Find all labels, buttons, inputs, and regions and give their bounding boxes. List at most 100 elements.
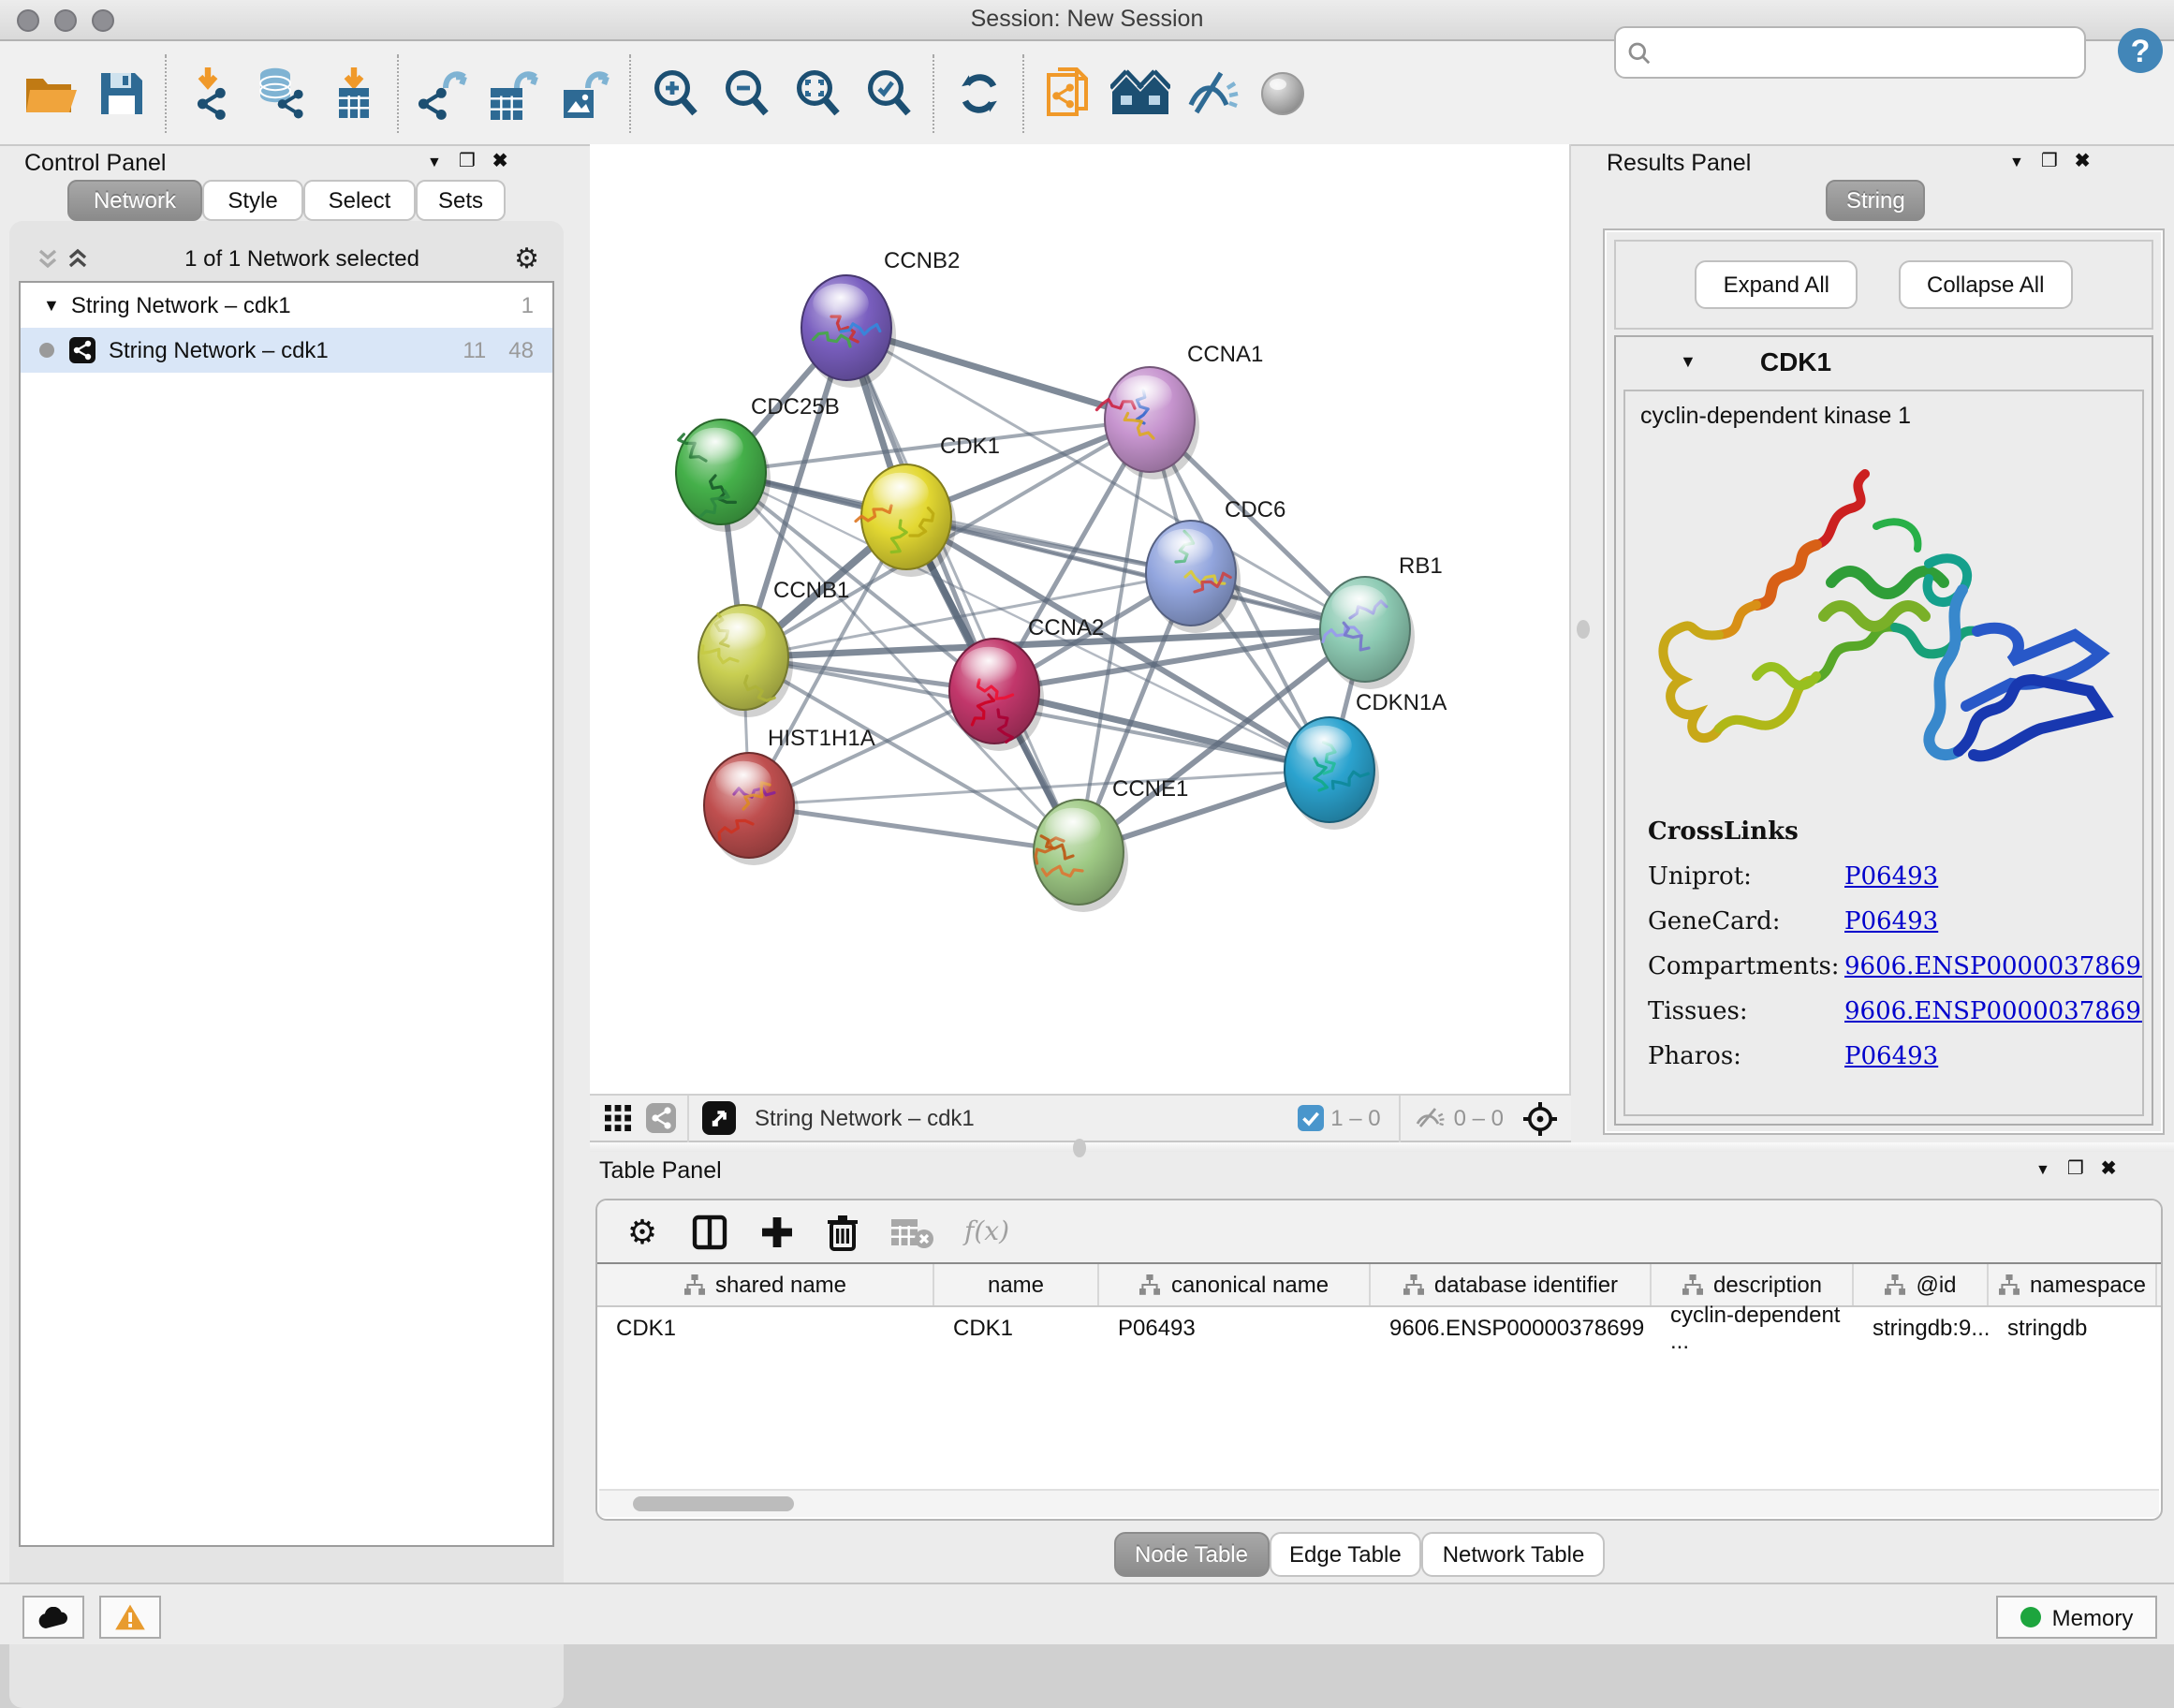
crosslink-link[interactable]: P06493 bbox=[1844, 908, 1938, 936]
results-panel-close-icon[interactable]: ✖ bbox=[2075, 154, 2091, 172]
column-header-description[interactable]: description bbox=[1652, 1264, 1854, 1305]
node-label-hist1h1a: HIST1H1A bbox=[768, 726, 875, 751]
import-network-icon bbox=[184, 65, 240, 121]
table-panel-menu-icon[interactable]: ▼ bbox=[2035, 1161, 2050, 1180]
refresh-button[interactable] bbox=[944, 55, 1015, 130]
zoom-fit-button[interactable] bbox=[783, 55, 854, 130]
network-options-gear-icon[interactable]: ⚙ bbox=[514, 242, 539, 275]
column-header-canonical-name[interactable]: canonical name bbox=[1099, 1264, 1371, 1305]
zoom-out-icon bbox=[721, 66, 773, 119]
crosslink-link[interactable]: P06493 bbox=[1844, 1043, 1938, 1071]
gear-icon: ⚙ bbox=[624, 1213, 661, 1250]
network-share-gray-icon[interactable] bbox=[646, 1103, 676, 1133]
network-collection-row[interactable]: ▼ String Network – cdk1 1 bbox=[21, 283, 552, 328]
node-ccna1[interactable]: CCNA1 bbox=[1096, 342, 1263, 479]
column-header-database-identifier[interactable]: database identifier bbox=[1371, 1264, 1652, 1305]
presentation-button[interactable] bbox=[1247, 55, 1318, 130]
control-panel-float-icon[interactable]: ❐ bbox=[459, 154, 476, 172]
control-panel-tabs: NetworkStyleSelectSets bbox=[67, 180, 506, 221]
home-network-button[interactable] bbox=[1105, 55, 1176, 130]
node-hist1h1a[interactable]: HIST1H1A bbox=[704, 726, 875, 865]
show-columns-button[interactable] bbox=[691, 1213, 728, 1250]
results-panel-menu-icon[interactable]: ▼ bbox=[2009, 154, 2024, 172]
search-input[interactable] bbox=[1659, 32, 2084, 73]
results-panel-float-icon[interactable]: ❐ bbox=[2041, 154, 2058, 172]
import-database-button[interactable] bbox=[247, 55, 318, 130]
column-header-name[interactable]: name bbox=[934, 1264, 1099, 1305]
crosslink-link[interactable]: 9606.ENSP00000378699 bbox=[1844, 998, 2144, 1026]
table-panel-float-icon[interactable]: ❐ bbox=[2067, 1161, 2084, 1180]
export-image-button[interactable] bbox=[551, 55, 622, 130]
expand-all-button[interactable]: Expand All bbox=[1696, 260, 1858, 309]
warning-icon bbox=[114, 1603, 146, 1631]
current-network-title: String Network – cdk1 bbox=[755, 1105, 975, 1131]
collapse-all-icon[interactable] bbox=[36, 246, 60, 271]
tab-string[interactable]: String bbox=[1826, 180, 1926, 221]
import-table-button[interactable] bbox=[318, 55, 389, 130]
add-column-button[interactable] bbox=[758, 1213, 796, 1250]
node-cdc25b[interactable]: CDC25B bbox=[676, 394, 840, 532]
help-button[interactable]: ? bbox=[2116, 26, 2165, 75]
node-section-header[interactable]: ▼ CDK1 bbox=[1616, 337, 2152, 386]
warning-status-button[interactable] bbox=[99, 1596, 161, 1639]
node-label-rb1: RB1 bbox=[1399, 553, 1443, 579]
zoom-out-button[interactable] bbox=[712, 55, 783, 130]
share-document-button[interactable] bbox=[1034, 55, 1105, 130]
crosslink-link[interactable]: P06493 bbox=[1844, 863, 1938, 891]
network-row[interactable]: String Network – cdk1 11 48 bbox=[21, 328, 552, 373]
search-box[interactable] bbox=[1614, 26, 2086, 79]
memory-button[interactable]: Memory bbox=[1996, 1596, 2157, 1639]
control-panel-menu-icon[interactable]: ▼ bbox=[427, 154, 442, 172]
tab-node-table[interactable]: Node Table bbox=[1114, 1532, 1269, 1577]
control-panel-close-icon[interactable]: ✖ bbox=[492, 154, 508, 172]
center-network-crosshair-icon[interactable] bbox=[1522, 1100, 1558, 1136]
birds-eye-view-icon[interactable] bbox=[702, 1101, 736, 1135]
node-ccnb1[interactable]: CCNB1 bbox=[698, 578, 849, 717]
section-collapse-icon[interactable]: ▼ bbox=[1680, 352, 1697, 371]
hide-panel-button[interactable] bbox=[1176, 55, 1247, 130]
export-network-button[interactable] bbox=[408, 55, 479, 130]
table-horizontal-scrollbar[interactable] bbox=[599, 1489, 2159, 1517]
crosslink-link[interactable]: 9606.ENSP00000378699 bbox=[1844, 953, 2144, 981]
edge-ccna2-cdkn1a[interactable] bbox=[994, 691, 1329, 770]
open-session-button[interactable] bbox=[15, 55, 86, 130]
delete-column-button[interactable] bbox=[826, 1213, 859, 1250]
table-settings-button[interactable]: ⚙ bbox=[624, 1213, 661, 1250]
column-header-shared-name[interactable]: shared name bbox=[597, 1264, 934, 1305]
node-cdk1[interactable]: CDK1 bbox=[856, 434, 1000, 577]
import-network-button[interactable] bbox=[176, 55, 247, 130]
column-header--id[interactable]: @id bbox=[1854, 1264, 1989, 1305]
network-view-canvas[interactable]: CCNB2CCNA1CDC25BCDK1CDC6RB1CCNB1CCNA2CDK… bbox=[590, 144, 1571, 1094]
control-panel-title: Control Panel bbox=[24, 150, 167, 176]
hidden-eye-slash-icon bbox=[1415, 1105, 1447, 1131]
import-table-icon bbox=[330, 65, 378, 121]
tab-network[interactable]: Network bbox=[67, 180, 202, 221]
grid-view-icon[interactable] bbox=[605, 1105, 631, 1131]
scrollbar-thumb[interactable] bbox=[633, 1496, 794, 1511]
tab-edge-table[interactable]: Edge Table bbox=[1269, 1532, 1422, 1577]
node-ccne1[interactable]: CCNE1 bbox=[1034, 776, 1188, 912]
node-rb1[interactable]: RB1 bbox=[1320, 553, 1443, 689]
tab-network-table[interactable]: Network Table bbox=[1422, 1532, 1606, 1577]
column-header-namespace[interactable]: namespace bbox=[1989, 1264, 2157, 1305]
save-session-button[interactable] bbox=[86, 55, 157, 130]
doc-share-icon bbox=[1043, 65, 1095, 121]
tab-style[interactable]: Style bbox=[202, 180, 303, 221]
table-row[interactable]: CDK1CDK1P064939606.ENSP00000378699cyclin… bbox=[597, 1307, 2161, 1348]
zoom-selected-button[interactable] bbox=[854, 55, 925, 130]
selected-counts: 1 – 0 bbox=[1330, 1105, 1380, 1131]
tab-sets[interactable]: Sets bbox=[416, 180, 506, 221]
table-panel-close-icon[interactable]: ✖ bbox=[2101, 1161, 2117, 1180]
node-cdkn1a[interactable]: CDKN1A bbox=[1285, 690, 1447, 830]
cloud-status-button[interactable] bbox=[22, 1596, 84, 1639]
node-ccnb2[interactable]: CCNB2 bbox=[801, 248, 960, 388]
node-cdc6[interactable]: CDC6 bbox=[1146, 497, 1285, 633]
zoom-in-button[interactable] bbox=[640, 55, 712, 130]
selected-checkbox-icon[interactable] bbox=[1297, 1105, 1323, 1131]
collapse-all-button[interactable]: Collapse All bbox=[1899, 260, 2072, 309]
export-table-button[interactable] bbox=[479, 55, 551, 130]
tab-select[interactable]: Select bbox=[303, 180, 416, 221]
expand-all-icon[interactable] bbox=[66, 246, 90, 271]
collection-expander-icon[interactable]: ▼ bbox=[43, 296, 60, 315]
delete-table-button bbox=[889, 1215, 934, 1248]
